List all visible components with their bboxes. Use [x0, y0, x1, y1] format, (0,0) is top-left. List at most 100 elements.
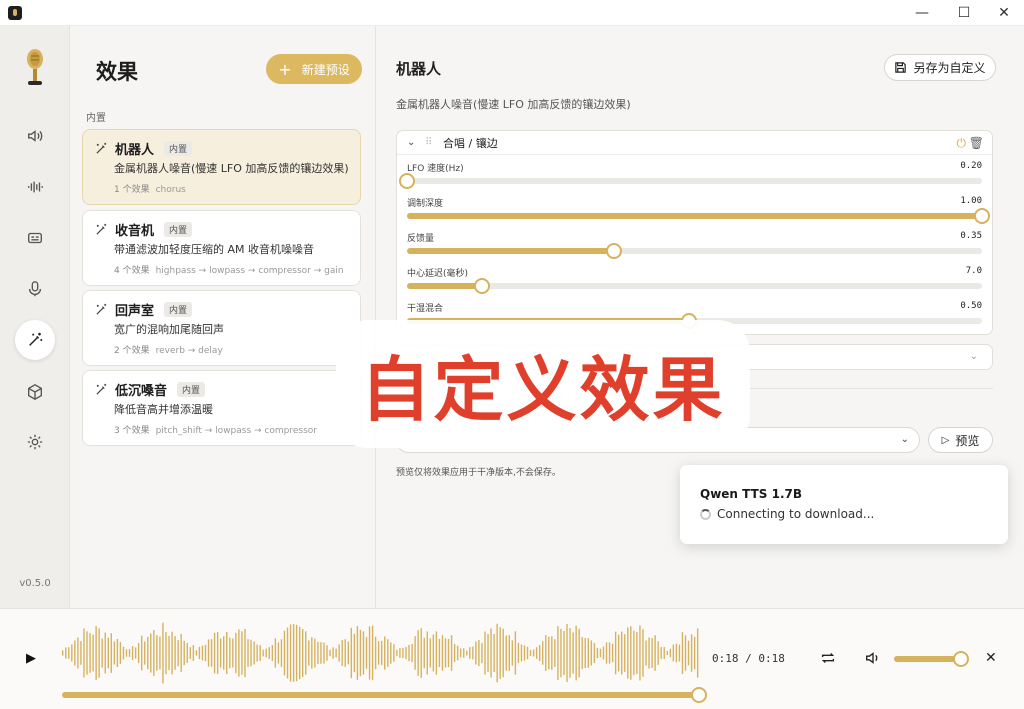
magic-wand-icon[interactable] — [15, 320, 55, 360]
waveform-bar — [684, 635, 687, 671]
slider-track[interactable] — [407, 243, 982, 259]
preset-card-echo-room[interactable]: 回声室 内置 宽广的混响加尾随回声 2 个效果 reverb → delay — [82, 290, 361, 366]
waveform-bar — [514, 631, 517, 675]
preset-list-panel: 效果 + 新建预设 内置 机器人 内置 金属机器人噪音(慢速 LFO 加高反馈的… — [70, 26, 376, 608]
waveform-display[interactable] — [62, 617, 700, 695]
waveform-bar — [545, 635, 547, 671]
waveform-bar — [359, 629, 362, 677]
waveform-bar — [247, 639, 249, 667]
builtin-badge: 内置 — [177, 381, 206, 397]
param-label: LFO 速度(Hz) — [407, 164, 464, 174]
waveform-bar — [387, 639, 389, 667]
play-icon[interactable]: ▶ — [22, 649, 40, 667]
waveform-icon[interactable] — [20, 172, 50, 202]
close-window-button[interactable]: ✕ — [984, 0, 1024, 26]
waveform-bar — [563, 630, 565, 676]
waveform-bar — [356, 626, 359, 680]
waveform-bar — [326, 645, 328, 661]
repeat-icon[interactable] — [819, 649, 837, 667]
effect-chain: highpass → lowpass → compressor → gain — [155, 266, 344, 276]
waveform-bar — [71, 644, 73, 662]
builtin-section-label: 内置 — [86, 113, 106, 124]
waveform-bar — [463, 648, 465, 658]
cube-icon[interactable] — [20, 377, 50, 407]
power-icon[interactable]: ⏻ — [957, 136, 967, 151]
waveform-bar — [104, 632, 106, 674]
waveform-bar — [308, 640, 310, 666]
progress-bar[interactable] — [62, 692, 699, 698]
drag-handle-icon[interactable]: ⠿ — [425, 137, 439, 148]
waveform-bar — [596, 647, 599, 659]
preset-card-radio[interactable]: 收音机 内置 带通滤波加轻度压缩的 AM 收音机噪噪音 4 个效果 highpas… — [82, 210, 361, 286]
param-value: 0.20 — [960, 161, 982, 171]
param-slider[interactable]: 反馈量 0.35 — [407, 231, 982, 265]
trash-icon[interactable]: 🗑 — [969, 136, 984, 150]
save-as-custom-button[interactable]: 另存为自定义 — [884, 54, 996, 81]
preset-meta: 1 个效果 chorus — [95, 182, 348, 195]
waveform-bar — [183, 640, 185, 666]
speaker-icon[interactable] — [20, 121, 50, 151]
waveform-bar — [156, 635, 158, 671]
gear-icon[interactable] — [20, 427, 50, 457]
effect-name: 合唱 / 镶边 — [443, 136, 498, 150]
waveform-bar — [511, 640, 514, 666]
chevron-down-icon[interactable]: ⌄ — [407, 137, 421, 148]
waveform-bar — [560, 628, 562, 678]
param-slider[interactable]: 中心延迟(毫秒) 7.0 — [407, 266, 982, 300]
waveform-bar — [393, 644, 395, 662]
page-title: 效果 — [96, 60, 138, 84]
waveform-bar — [438, 638, 441, 668]
volume-handle[interactable] — [952, 651, 969, 667]
slider-handle[interactable] — [473, 278, 490, 294]
preset-description: 宽广的混响加尾随回声 — [114, 323, 224, 336]
effect-header[interactable]: ⌄ ⠿ 合唱 / 镶边 ⏻ 🗑 — [397, 131, 992, 155]
waveform-bar — [453, 644, 456, 662]
subtitles-icon[interactable] — [20, 223, 50, 253]
waveform-bar — [180, 633, 182, 673]
waveform-bar — [277, 642, 280, 664]
waveform-bar — [113, 641, 116, 665]
volume-slider[interactable] — [894, 651, 969, 667]
waveform-bar — [332, 647, 334, 659]
waveform-bar — [420, 628, 422, 678]
slider-handle[interactable] — [399, 173, 415, 189]
waveform-bar — [654, 635, 656, 671]
minimize-button[interactable]: — — [902, 0, 942, 26]
preset-meta: 2 个效果 reverb → delay — [95, 343, 348, 356]
microphone-icon[interactable] — [20, 274, 50, 304]
slider-track[interactable] — [407, 278, 982, 294]
waveform-bar — [216, 632, 219, 674]
waveform-bar — [627, 627, 629, 679]
new-preset-button[interactable]: + 新建预设 — [266, 54, 362, 84]
chevron-down-icon[interactable]: ⌄ — [970, 351, 978, 362]
preview-button[interactable]: ▷ 预览 — [928, 427, 993, 453]
preset-card-robot[interactable]: 机器人 内置 金属机器人噪音(慢速 LFO 加高反馈的镶边效果) 1 个效果 ch… — [82, 129, 361, 205]
waveform-bar — [472, 646, 474, 660]
param-slider[interactable]: LFO 速度(Hz) 0.20 — [399, 161, 982, 195]
waveform-bar — [645, 640, 647, 666]
new-preset-label: 新建预设 — [301, 62, 350, 77]
progress-handle[interactable] — [691, 687, 707, 703]
waveform-bar — [456, 645, 459, 661]
param-label: 干湿混合 — [407, 304, 444, 314]
preset-card-deep-voice[interactable]: 低沉嗓音 内置 降低音高并增添温暖 3 个效果 pitch_shift → low… — [82, 370, 361, 446]
preset-description: 带通滤波加轻度压缩的 AM 收音机噪噪音 — [114, 243, 315, 256]
slider-handle[interactable] — [606, 243, 622, 259]
waveform-bar — [241, 631, 243, 675]
waveform-bar — [639, 625, 641, 681]
preset-description: 金属机器人噪音(慢速 LFO 加高反馈的镶边效果) — [114, 162, 349, 175]
slider-track[interactable] — [407, 208, 990, 224]
waveform-bar — [302, 629, 304, 677]
slider-handle[interactable] — [974, 208, 990, 224]
waveform-bar — [529, 650, 532, 656]
maximize-button[interactable]: ☐ — [944, 0, 984, 26]
slider-track[interactable] — [399, 173, 982, 189]
volume-icon[interactable] — [864, 649, 882, 667]
waveform-bar — [487, 634, 489, 672]
waveform-bar — [317, 641, 319, 665]
preset-name: 收音机 — [115, 223, 155, 239]
close-player-icon[interactable]: ✕ — [985, 650, 997, 666]
waveform-bar — [432, 634, 435, 672]
param-slider[interactable]: 调制深度 1.00 — [407, 196, 990, 230]
waveform-bar — [429, 638, 432, 668]
